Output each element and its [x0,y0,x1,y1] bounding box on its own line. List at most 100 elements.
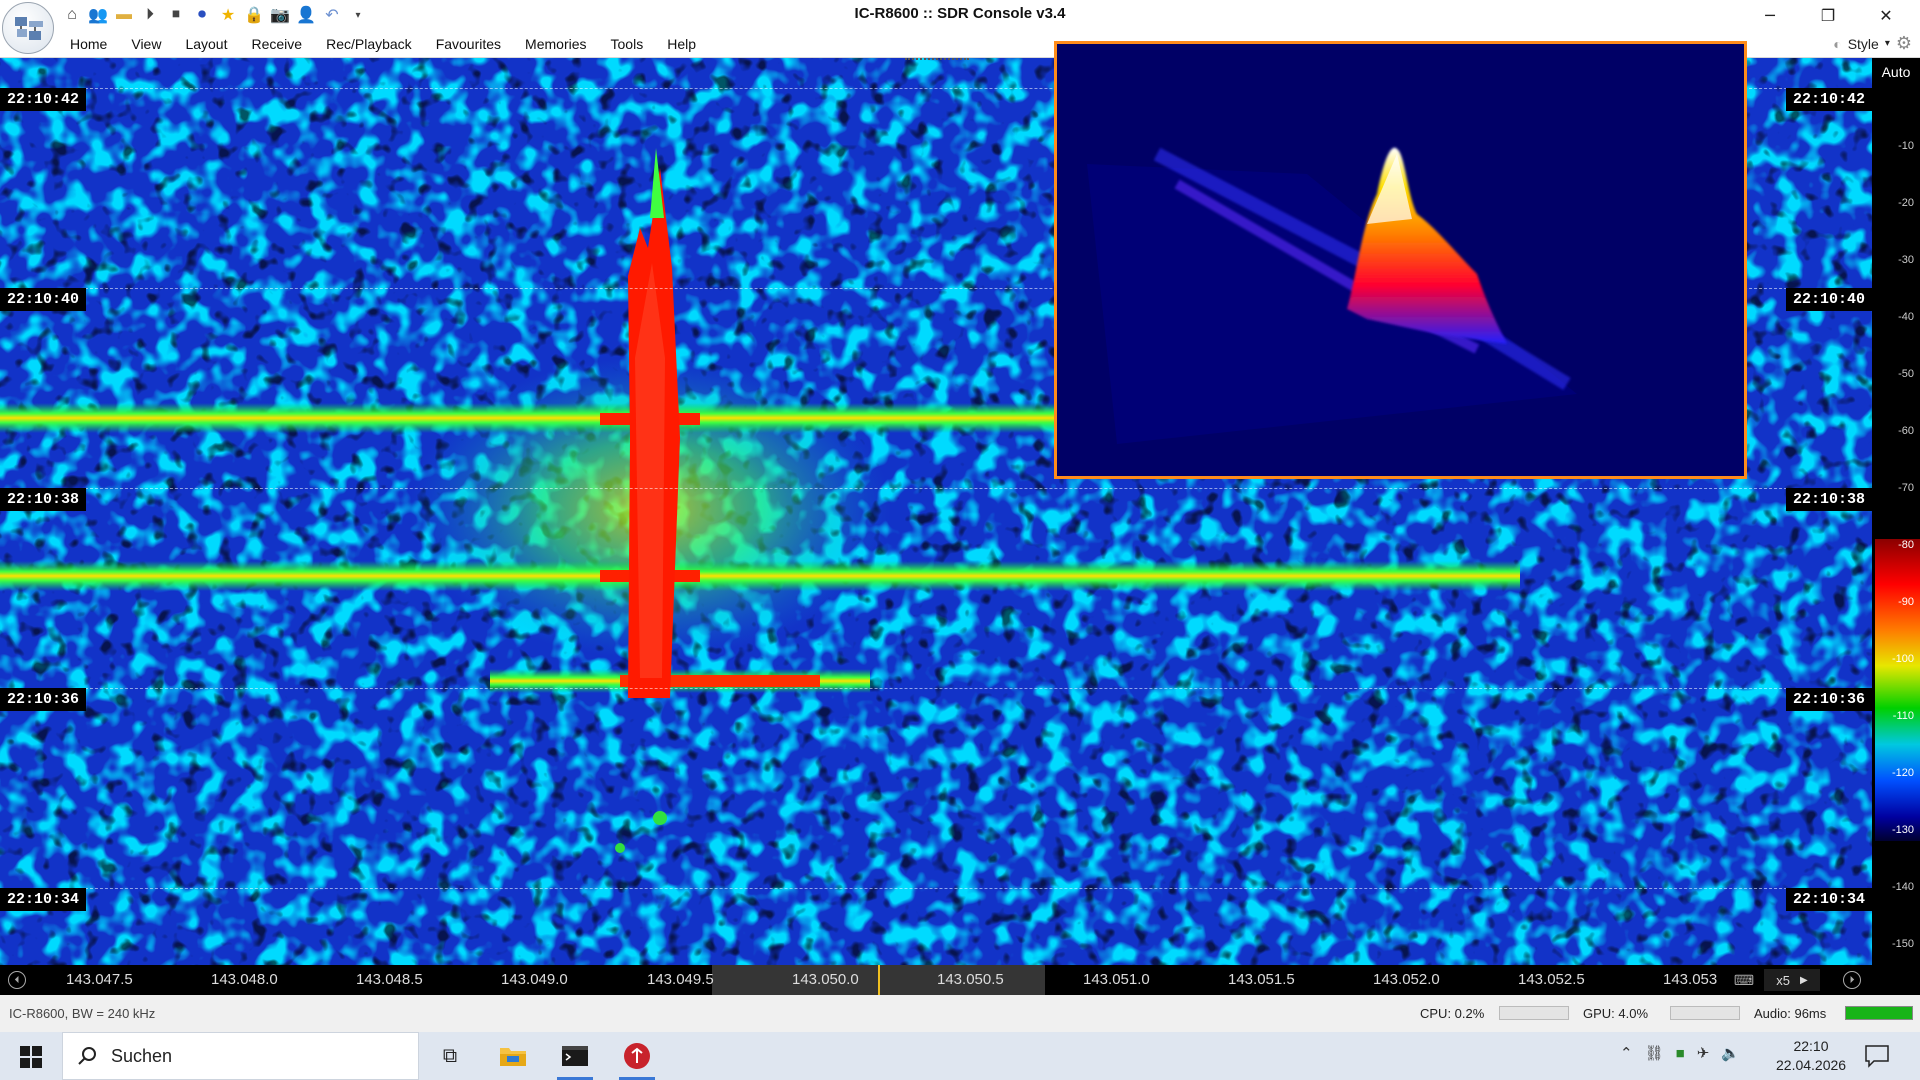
minimize-button[interactable]: ─ [1742,0,1798,30]
frequency-label: 143.052.0 [1373,971,1440,988]
timestamp-gridline [0,688,1872,689]
timestamp-label-right: 22:10:40 [1785,288,1872,311]
scale-tick: -110 [1892,710,1914,722]
sdr-console-button[interactable] [613,1036,661,1080]
file-explorer-button[interactable] [489,1036,537,1076]
folder-icon [500,1048,526,1066]
timestamp-label-right: 22:10:42 [1785,88,1872,111]
timestamp-label-left: 22:10:42 [0,88,87,111]
notification-icon[interactable] [1864,1044,1890,1068]
window-title: IC-R8600 :: SDR Console v3.4 [854,5,1066,22]
3d-spectrum-plot [1057,44,1744,476]
scroll-left-icon[interactable]: ⏴ [8,971,26,989]
scale-tick: -70 [1898,482,1914,494]
search-icon [78,1047,96,1065]
title-bar: ⌂ 👥 ▬ ⏵ ⏹ ⏺ ★ 🔒 📷 👤 ↶ ▾ IC-R8600 :: SDR … [0,0,1920,30]
tray-expand-icon[interactable]: ⌃ [1620,1044,1633,1062]
airplane-mode-icon[interactable]: ✈ [1697,1044,1710,1062]
menu-tools[interactable]: Tools [599,34,656,54]
menu-receive[interactable]: Receive [240,34,315,54]
start-button[interactable] [10,1042,52,1072]
menu-favourites[interactable]: Favourites [424,34,513,54]
frequency-label: 143.050.0 [792,971,859,988]
app-logo-icon [15,17,43,40]
palette-icon: ◐ [1833,35,1842,52]
menu-help[interactable]: Help [655,34,708,54]
frequency-label: 143.049.0 [501,971,568,988]
task-view-icon: ⧉ [442,1044,458,1067]
keyboard-icon[interactable]: ⌨ [1734,971,1754,989]
chevron-down-icon: ▾ [1884,38,1890,49]
chevron-right-icon: ▶ [1800,974,1808,986]
scale-auto-button[interactable]: Auto [1872,64,1920,80]
terminal-icon [562,1046,588,1066]
scale-tick: -140 [1891,881,1914,893]
task-view-button[interactable]: ⧉ [426,1036,474,1076]
timestamp-label-left: 22:10:34 [0,888,87,911]
splitter-handle[interactable] [905,58,969,62]
terminal-button[interactable] [551,1036,599,1080]
clock-time: 22:10 [1793,1038,1829,1054]
menu-view[interactable]: View [119,34,173,54]
style-selector[interactable]: ◐ Style ▾ ⚙ [1833,33,1912,54]
status-bar: IC-R8600, BW = 240 kHz CPU: 0.2% GPU: 4.… [0,995,1920,1032]
frequency-label: 143.047.5 [66,971,133,988]
restore-button[interactable]: ❐ [1800,0,1856,30]
frequency-label: 143.050.5 [937,971,1004,988]
taskbar: Suchen ⧉ ⌃ ⛓ ■ ✈ 🔈 22:10 22.04.2026 [0,1032,1920,1080]
taskbar-search[interactable]: Suchen [62,1032,419,1080]
windows-logo-icon [20,1046,42,1068]
device-status: IC-R8600, BW = 240 kHz [9,1006,156,1021]
timestamp-label-right: 22:10:36 [1785,688,1872,711]
scale-tick: -80 [1898,539,1914,551]
nvidia-icon[interactable]: ■ [1676,1045,1685,1062]
3d-spectrum-view[interactable] [1054,41,1747,479]
tuning-marker[interactable] [878,965,880,995]
scale-tick: -100 [1891,653,1914,665]
cpu-usage: CPU: 0.2% [1420,1006,1485,1021]
frequency-label: 143.053 [1663,971,1718,988]
timestamp-label-left: 22:10:36 [0,688,87,711]
frequency-label: 143.051.5 [1228,971,1295,988]
close-button[interactable]: ✕ [1858,0,1914,30]
timestamp-gridline [0,888,1872,889]
search-placeholder: Suchen [111,1045,173,1066]
scale-tick: -150 [1891,938,1914,950]
timestamp-label-left: 22:10:40 [0,288,87,311]
zoom-selector[interactable]: x5 ▶ [1764,969,1820,991]
scale-tick: -20 [1898,197,1914,209]
timestamp-label-right: 22:10:34 [1785,888,1872,911]
scroll-right-icon[interactable]: ⏵ [1843,971,1861,989]
zoom-value: x5 [1776,972,1791,988]
frequency-label: 143.051.0 [1083,971,1150,988]
audio-level-meter [1845,1006,1913,1020]
taskbar-clock[interactable]: 22:10 22.04.2026 [1776,1037,1846,1075]
frequency-axis[interactable]: ⏴ 143.047.5 143.048.0 143.048.5 143.049.… [0,965,1920,995]
scale-tick: -10 [1898,140,1914,152]
menu-layout[interactable]: Layout [173,34,239,54]
frequency-label: 143.052.5 [1518,971,1585,988]
scale-tick: -120 [1891,767,1914,779]
audio-level-fill [1846,1007,1912,1019]
audio-latency: Audio: 96ms [1754,1006,1827,1021]
menu-memories[interactable]: Memories [513,34,598,54]
gear-icon[interactable]: ⚙ [1896,33,1912,54]
timestamp-label-right: 22:10:38 [1785,488,1872,511]
scale-tick: -90 [1898,596,1914,608]
scale-tick: -130 [1891,824,1914,836]
scale-tick: -50 [1898,368,1914,380]
timestamp-label-left: 22:10:38 [0,488,87,511]
menu-home[interactable]: Home [58,34,119,54]
scale-tick: -60 [1898,425,1914,437]
scale-tick: -30 [1898,254,1914,266]
application-menu-button[interactable] [2,2,54,54]
level-color-bar[interactable] [1875,539,1920,841]
clock-date: 22.04.2026 [1776,1057,1847,1073]
gpu-meter [1670,1006,1740,1020]
timestamp-gridline [0,488,1872,489]
gpu-usage: GPU: 4.0% [1583,1006,1649,1021]
cpu-meter [1499,1006,1569,1020]
menu-rec-playback[interactable]: Rec/Playback [314,34,424,54]
volume-icon[interactable]: 🔈 [1721,1044,1740,1062]
network-adapter-icon[interactable]: ⛓ [1645,1044,1664,1062]
